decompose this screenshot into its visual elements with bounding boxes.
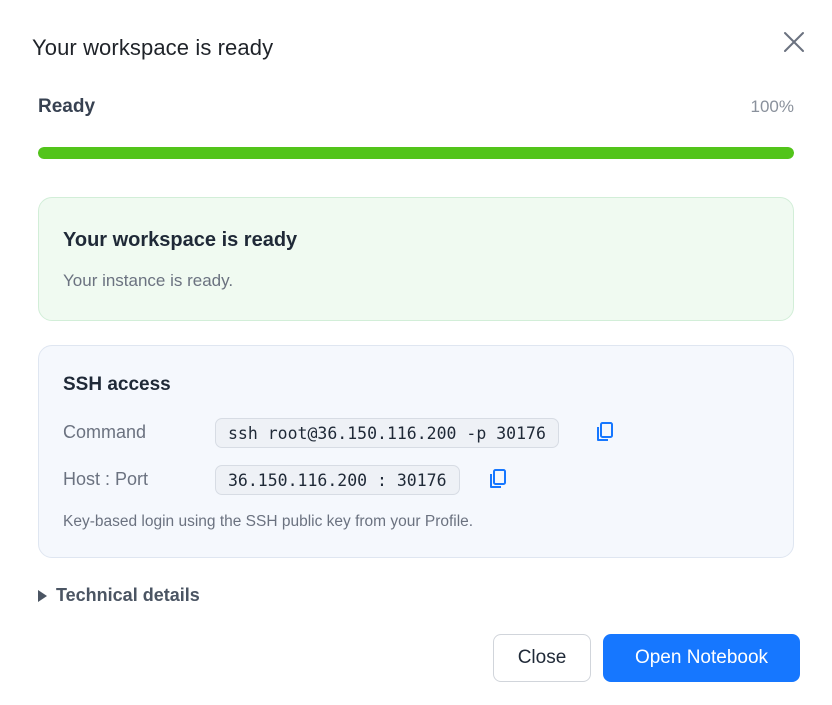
open-notebook-button[interactable]: Open Notebook [603,634,800,682]
success-card-title: Your workspace is ready [63,229,298,251]
progress-bar-fill [38,147,794,159]
workspace-ready-modal: Your workspace is ready Ready 100% Your … [0,0,832,705]
progress-percent: 100% [750,97,794,116]
modal-title: Your workspace is ready [32,35,274,60]
ssh-command-label: Command [63,422,147,442]
copy-icon-glyph [597,422,613,441]
technical-details-toggle[interactable]: Technical details [38,585,200,606]
progress-bar [38,147,794,159]
copy-icon[interactable] [595,421,615,443]
ssh-access-title: SSH access [63,374,171,395]
ssh-access-card: SSH access Command ssh root@36.150.116.2… [38,345,794,558]
close-icon-glyph [784,32,804,52]
success-card-subtitle: Your instance is ready. [63,271,234,290]
success-card: Your workspace is ready Your instance is… [38,197,794,321]
copy-icon-glyph [490,469,506,488]
copy-icon[interactable] [488,468,508,490]
caret-right-icon [38,589,47,602]
ssh-hostport-value[interactable]: 36.150.116.200 : 30176 [215,465,460,495]
technical-details-label: Technical details [56,585,200,605]
ssh-command-value[interactable]: ssh root@36.150.116.200 -p 30176 [215,418,559,448]
close-button[interactable]: Close [493,634,591,682]
ssh-note: Key-based login using the SSH public key… [63,513,474,530]
close-icon[interactable] [780,28,808,56]
progress-status-label: Ready [38,96,96,117]
ssh-hostport-label: Host : Port [63,469,149,489]
